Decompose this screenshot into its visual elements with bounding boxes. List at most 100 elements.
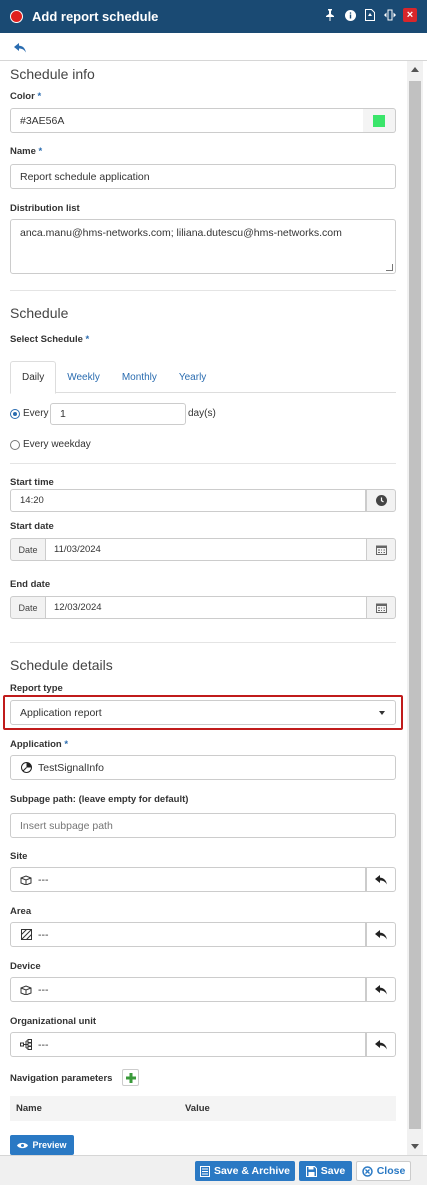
end-date-prefix: Date [10, 596, 46, 619]
archive-icon [199, 1165, 210, 1177]
radio-unselected-icon [10, 439, 20, 450]
every-weekday-radio[interactable]: Every weekday [10, 439, 91, 450]
color-picker-button[interactable] [363, 108, 396, 133]
add-parameter-button[interactable] [122, 1069, 139, 1086]
organizational-unit-input[interactable]: --- [10, 1032, 366, 1057]
undo-icon [375, 1039, 387, 1049]
report-type-label: Report type [10, 683, 63, 694]
tab-monthly[interactable]: Monthly [111, 361, 168, 393]
start-time-label: Start time [10, 477, 54, 488]
organizational-unit-label: Organizational unit [10, 1016, 97, 1027]
application-input[interactable]: TestSignalInfo [10, 755, 396, 780]
pdf-icon[interactable] [363, 8, 377, 22]
distribution-list-label: Distribution list [10, 203, 80, 214]
site-reset-button[interactable] [366, 867, 396, 892]
divider [10, 290, 396, 291]
site-icon [20, 874, 32, 886]
schedule-tabs: Daily Weekly Monthly Yearly [10, 361, 396, 394]
device-label: Device [10, 961, 41, 972]
save-archive-button[interactable]: Save & Archive [195, 1161, 295, 1181]
preview-button[interactable]: Preview [10, 1135, 74, 1155]
schedule-details-title: Schedule details [10, 657, 113, 673]
undo-icon [375, 984, 387, 994]
color-input[interactable]: #3AE56A [10, 108, 364, 133]
close-button[interactable]: Close [356, 1161, 411, 1181]
device-reset-button[interactable] [366, 977, 396, 1002]
parameters-table-header: Name Value [10, 1096, 396, 1121]
area-input[interactable]: --- [10, 922, 366, 947]
start-date-prefix: Date [10, 538, 46, 561]
subpage-path-input[interactable] [10, 813, 396, 838]
titlebar-actions: × [323, 8, 417, 22]
org-unit-icon [20, 1039, 32, 1051]
back-arrow-icon[interactable] [14, 40, 26, 58]
distribution-list-textarea[interactable]: anca.manu@hms-networks.com; liliana.dute… [10, 219, 396, 274]
calendar-icon [375, 545, 387, 555]
report-type-select[interactable]: Application report [10, 700, 396, 725]
vertical-scrollbar[interactable] [407, 61, 423, 1155]
scrollbar-thumb[interactable] [409, 81, 421, 1129]
save-label: Save [320, 1165, 346, 1177]
tab-weekly[interactable]: Weekly [56, 361, 111, 393]
application-icon [20, 762, 32, 774]
info-icon[interactable] [343, 8, 357, 22]
tab-yearly[interactable]: Yearly [168, 361, 217, 393]
color-label: Color * [10, 91, 42, 102]
days-unit-label: day(s) [188, 408, 216, 419]
report-type-value: Application report [20, 706, 102, 719]
schedule-info-title: Schedule info [10, 66, 95, 82]
resize-width-icon[interactable] [383, 8, 397, 22]
scroll-down-arrow-icon[interactable] [411, 1144, 419, 1149]
organizational-unit-value: --- [38, 1038, 49, 1051]
window-titlebar: Add report schedule × [0, 0, 427, 33]
end-date-input[interactable]: 12/03/2024 [46, 596, 366, 619]
every-radio[interactable]: Every [10, 408, 49, 419]
navigation-toolbar [0, 33, 427, 61]
tab-daily[interactable]: Daily [10, 361, 57, 394]
scroll-up-arrow-icon[interactable] [411, 67, 419, 72]
eye-icon [17, 1142, 29, 1148]
every-days-input[interactable]: 1 [50, 403, 186, 425]
device-icon [20, 984, 32, 996]
site-input[interactable]: --- [10, 867, 366, 892]
undo-icon [375, 929, 387, 939]
resize-grip-icon[interactable] [386, 264, 393, 271]
start-time-input[interactable]: 14:20 [10, 489, 366, 512]
start-date-input[interactable]: 11/03/2024 [46, 538, 366, 561]
area-reset-button[interactable] [366, 922, 396, 947]
every-weekday-label: Every weekday [23, 439, 91, 450]
every-label: Every [23, 408, 49, 419]
pin-icon[interactable] [323, 8, 337, 22]
calendar-icon [375, 603, 387, 613]
save-button[interactable]: Save [299, 1161, 352, 1181]
undo-icon [375, 874, 387, 884]
end-date-calendar-button[interactable] [366, 596, 396, 619]
navigation-parameters-label: Navigation parameters [10, 1073, 113, 1084]
select-schedule-label: Select Schedule * [10, 334, 90, 345]
close-circle-icon [361, 1165, 373, 1177]
schedule-title: Schedule [10, 305, 69, 321]
color-swatch [373, 114, 385, 127]
device-input[interactable]: --- [10, 977, 366, 1002]
application-value: TestSignalInfo [38, 761, 104, 774]
status-dot-icon [10, 10, 23, 23]
save-archive-label: Save & Archive [213, 1165, 291, 1177]
clock-icon [375, 495, 387, 506]
site-value: --- [38, 873, 49, 886]
name-input[interactable]: Report schedule application [10, 164, 396, 189]
area-label: Area [10, 906, 32, 917]
divider [10, 463, 396, 464]
site-label: Site [10, 851, 28, 862]
start-date-label: Start date [10, 521, 54, 532]
close-window-button[interactable]: × [403, 8, 417, 22]
name-label: Name * [10, 146, 43, 157]
start-date-calendar-button[interactable] [366, 538, 396, 561]
close-label: Close [376, 1165, 406, 1177]
application-label: Application * [10, 739, 69, 750]
radio-selected-icon [10, 408, 20, 419]
organizational-unit-reset-button[interactable] [366, 1032, 396, 1057]
end-date-label: End date [10, 579, 51, 590]
preview-label: Preview [32, 1140, 67, 1150]
clock-button[interactable] [366, 489, 396, 512]
device-value: --- [38, 983, 49, 996]
